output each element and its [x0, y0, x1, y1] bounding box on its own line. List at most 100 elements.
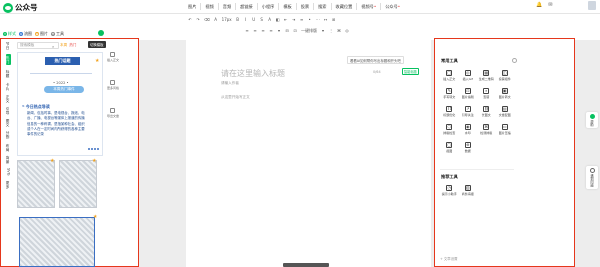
toolbar-tool[interactable]: B: [236, 17, 240, 22]
toolbar-tool[interactable]: ⌫: [204, 17, 210, 22]
template-thumbnail[interactable]: [59, 160, 97, 208]
category-item[interactable]: 背景: [6, 156, 11, 163]
toolbar-tool[interactable]: ↶: [188, 17, 192, 22]
tool-item[interactable]: ▤ 文章配图: [496, 106, 515, 117]
menu-item[interactable]: 投票: [297, 3, 315, 10]
category-item[interactable]: 引导: [6, 107, 11, 114]
toolbar-tool[interactable]: ≡: [261, 28, 265, 33]
toolbar-tool[interactable]: ⊞: [332, 17, 336, 22]
toolbar-tool[interactable]: ⊟: [285, 28, 289, 33]
side-action-item[interactable]: 更多风格: [107, 80, 119, 90]
category-item[interactable]: 标题: [6, 70, 11, 77]
tool-item[interactable]: ▭ 图片压缩: [496, 124, 515, 135]
tool-item[interactable]: ◉ 水印: [459, 124, 478, 135]
template-card[interactable]: 热门话题 • 2022 • 本周热门事件 ❝ 今日热点导读 新闻、包括时事、是电…: [17, 52, 103, 156]
tool-item[interactable]: Tt 标题优化: [440, 106, 459, 117]
toolbar-tool[interactable]: ≡: [253, 28, 257, 33]
category-item[interactable]: 热门: [6, 54, 11, 66]
toolbar-tool[interactable]: I: [244, 17, 248, 22]
menu-item[interactable]: 超链接: [236, 3, 258, 10]
favorite-star-icon[interactable]: ★: [92, 158, 96, 164]
tool-item[interactable]: ▢ 截图: [440, 142, 459, 153]
app-logo[interactable]: 公众号: [3, 2, 38, 13]
category-item[interactable]: 布局: [6, 144, 11, 151]
online-status-icon[interactable]: [98, 30, 104, 36]
toolbar-tool[interactable]: ↔: [324, 17, 328, 22]
tool-item[interactable]: □ 插入正文: [440, 70, 459, 81]
tool-item[interactable]: ◷ 提示小助手: [440, 185, 459, 196]
toolbar-tool[interactable]: U: [252, 17, 256, 22]
message-icon[interactable]: ✉: [548, 3, 553, 8]
toolbar-tool[interactable]: 17px: [222, 17, 232, 22]
toolbar-tool[interactable]: 一键排版: [301, 28, 317, 33]
generate-title-button[interactable]: 智能标题: [402, 68, 419, 75]
menu-item[interactable]: 搜索: [314, 3, 332, 10]
tool-item[interactable]: ◫ 投票组件: [496, 70, 515, 81]
filter-hot[interactable]: 热门: [69, 43, 76, 48]
tool-item[interactable]: ⛓ 长图文: [477, 106, 496, 117]
favorite-star-icon[interactable]: ★: [95, 58, 99, 64]
side-action-item[interactable]: 插入正文: [107, 52, 119, 62]
toolbar-tool[interactable]: ≡: [300, 17, 304, 22]
help-button[interactable]: 帮助: [586, 112, 598, 129]
tool-item[interactable]: ▥ 商务海报: [459, 185, 478, 196]
pager-dots[interactable]: [88, 148, 99, 150]
favorite-star-icon[interactable]: ★: [93, 214, 97, 220]
tab-tools[interactable]: ⚒ 工具: [51, 31, 64, 37]
favorite-star-icon[interactable]: ★: [50, 158, 54, 164]
toolbar-tool[interactable]: ⌘: [337, 28, 341, 33]
tab-style[interactable]: ✦ 样式: [3, 31, 16, 37]
menu-item[interactable]: 音频: [219, 3, 237, 10]
title-input[interactable]: 请在这里输入标题: [221, 68, 285, 79]
category-item[interactable]: 卡片: [6, 83, 11, 90]
menu-item[interactable]: 公众号•: [381, 3, 404, 10]
notification-icon[interactable]: 🔔: [536, 3, 542, 8]
report-problem-button[interactable]: 遇到问题: [586, 166, 598, 189]
tool-item[interactable]: ⊕ 数据: [459, 142, 478, 153]
menu-item[interactable]: 收藏位置: [332, 3, 358, 10]
menu-item[interactable]: 视频号•: [357, 3, 382, 10]
tool-item[interactable]: ▣ 图片转文: [496, 88, 515, 99]
tab-flow[interactable]: ≋ 流图: [19, 31, 32, 37]
toolbar-tool[interactable]: ≡: [269, 28, 273, 33]
tool-item[interactable]: ↗ 引导关注: [459, 106, 478, 117]
tool-item[interactable]: ⬡ 排版检查: [440, 124, 459, 135]
toolbar-tool[interactable]: ▾: [321, 28, 325, 33]
side-action-item[interactable]: 导出文章: [107, 108, 119, 118]
tool-item[interactable]: ✎ 手写转文: [440, 88, 459, 99]
filter-week[interactable]: 本周: [60, 43, 67, 48]
menu-item[interactable]: 模板: [279, 3, 297, 10]
tool-item[interactable]: ⊡ 图片编辑: [459, 88, 478, 99]
toolbar-tool[interactable]: ▾: [277, 28, 281, 33]
toolbar-tool[interactable]: A: [268, 17, 272, 22]
category-item[interactable]: 正文: [6, 95, 11, 102]
toolbar-tool[interactable]: ⋮: [329, 28, 333, 33]
toolbar-tool[interactable]: ⊡: [293, 28, 297, 33]
template-thumbnail[interactable]: [17, 160, 55, 208]
article-settings-link[interactable]: + 文章设置: [440, 256, 457, 261]
toolbar-tool[interactable]: •: [308, 17, 312, 22]
tool-item[interactable]: ⌘ 检测排版: [477, 124, 496, 135]
toolbar-tool[interactable]: ⇥: [292, 17, 296, 22]
settings-icon[interactable]: [512, 58, 517, 63]
toolbar-tool[interactable]: S: [260, 17, 264, 22]
toolbar-tool[interactable]: ◧: [276, 17, 280, 22]
category-item[interactable]: 图文: [6, 119, 11, 126]
body-input[interactable]: 从这里开始写正文: [221, 95, 250, 100]
avatar[interactable]: [588, 1, 596, 10]
toolbar-tool[interactable]: ↷: [196, 17, 200, 22]
tool-item[interactable]: ⌕ 查错: [477, 88, 496, 99]
menu-item[interactable]: 图片: [184, 3, 202, 10]
tool-item[interactable]: ◎ 插入Gif: [459, 70, 478, 81]
template-thumbnail[interactable]: [19, 217, 95, 267]
ai-suggestion[interactable]: 看看AI如何帮你写出标题和开头吧: [347, 56, 404, 64]
category-item[interactable]: 节日: [6, 42, 11, 49]
menu-item[interactable]: 视频: [201, 3, 219, 10]
author-input[interactable]: 请输入作者: [221, 81, 239, 86]
tool-item[interactable]: ▦ 生成二维码: [477, 70, 496, 81]
toolbar-tool[interactable]: ⋯: [316, 17, 320, 22]
search-icon[interactable]: ⌕: [52, 44, 54, 49]
toolbar-tool[interactable]: ⇤: [284, 17, 288, 22]
tab-image[interactable]: ▣ 图片: [35, 31, 48, 37]
category-item[interactable]: 更多: [6, 181, 11, 188]
